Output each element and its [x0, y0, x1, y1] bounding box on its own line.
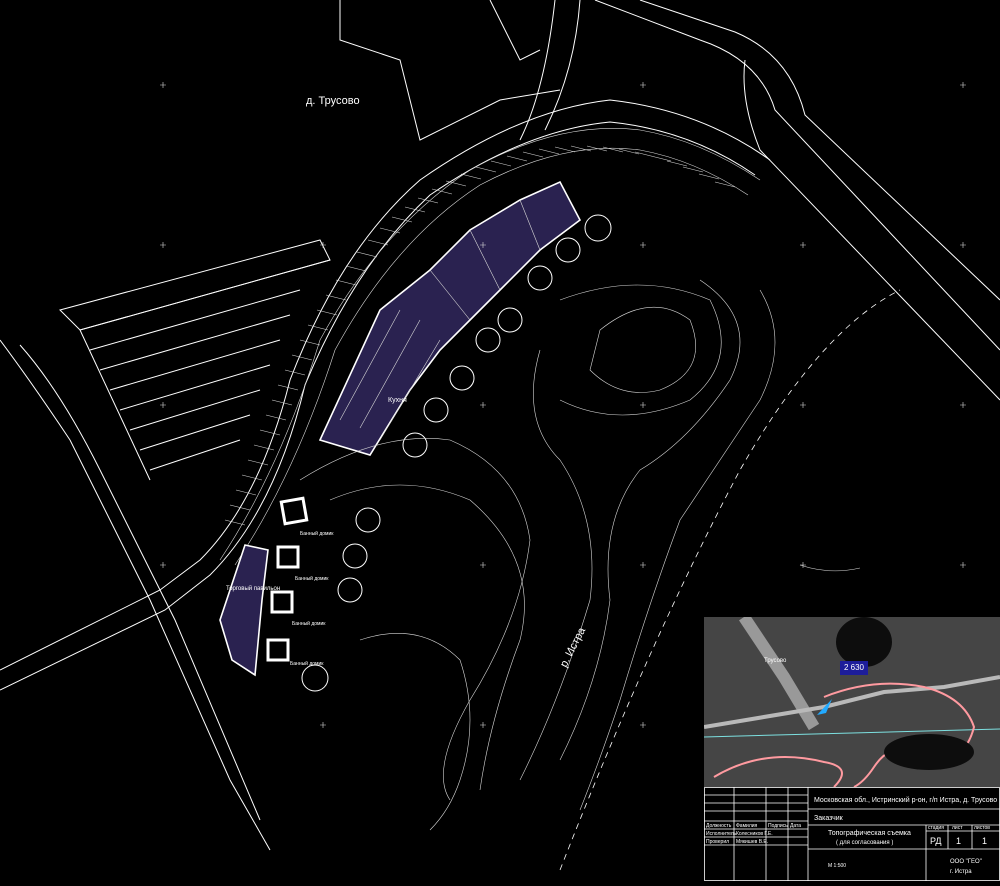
scale-badge: 2 630: [840, 661, 868, 675]
bath-house: [270, 590, 294, 614]
bath-house: [279, 496, 309, 526]
bath-label: Банный домик: [300, 530, 334, 537]
bath-house: [266, 638, 290, 662]
header-post: Должность: [706, 823, 732, 829]
title-block: Должность Фамилия Подпись Дата Исполните…: [704, 787, 1000, 881]
col-stage: стадия: [928, 825, 944, 831]
name-executor: Колесников Г.Е.: [736, 831, 773, 837]
river-label: р. Истра: [558, 625, 589, 669]
building-label-main: Кухня: [388, 397, 407, 404]
bath-label: Банный домик: [292, 620, 326, 627]
inset-village-label: Трусово: [764, 658, 787, 664]
col-sheet: лист: [952, 825, 963, 831]
role-executor: Исполнитель: [706, 831, 737, 837]
title-line1: Топографическая съемка: [828, 830, 911, 837]
header-date: Дата: [790, 823, 801, 829]
river-edge: [799, 564, 861, 572]
parking-hatching: [224, 145, 736, 526]
location-inset-map: Трусово 2 630: [704, 617, 1000, 787]
title-block-svg: Должность Фамилия Подпись Дата Исполните…: [704, 787, 1000, 881]
name-checker: Мякишев В.Е.: [736, 839, 768, 845]
sheets-value: 1: [982, 836, 987, 846]
sheet-value: 1: [956, 836, 961, 846]
title-line2: ( для согласования ): [836, 840, 893, 846]
village-label: д. Трусово: [306, 95, 360, 107]
col-sheets: листов: [974, 825, 990, 831]
stage-value: РД: [930, 836, 942, 846]
customer-label: Заказчик: [814, 815, 844, 822]
bath-label: Банный домик: [295, 575, 329, 582]
inset-svg: Трусово: [704, 617, 1000, 787]
location-line: Московская обл., Истринский р-он, г/п Ис…: [814, 796, 997, 804]
bath-houses: Банный домик Банный домик Банный домик Б…: [266, 496, 334, 667]
org-name: ООО "ГЕО": [950, 859, 982, 865]
main-building: Кухня: [318, 180, 582, 456]
role-checker: Проверил: [706, 839, 729, 845]
header-sign: Подпись: [768, 823, 788, 829]
scale-line: М 1:500: [828, 863, 846, 869]
bath-house: [276, 545, 300, 569]
city-name: г. Истра: [950, 869, 972, 875]
header-name: Фамилия: [736, 823, 758, 829]
